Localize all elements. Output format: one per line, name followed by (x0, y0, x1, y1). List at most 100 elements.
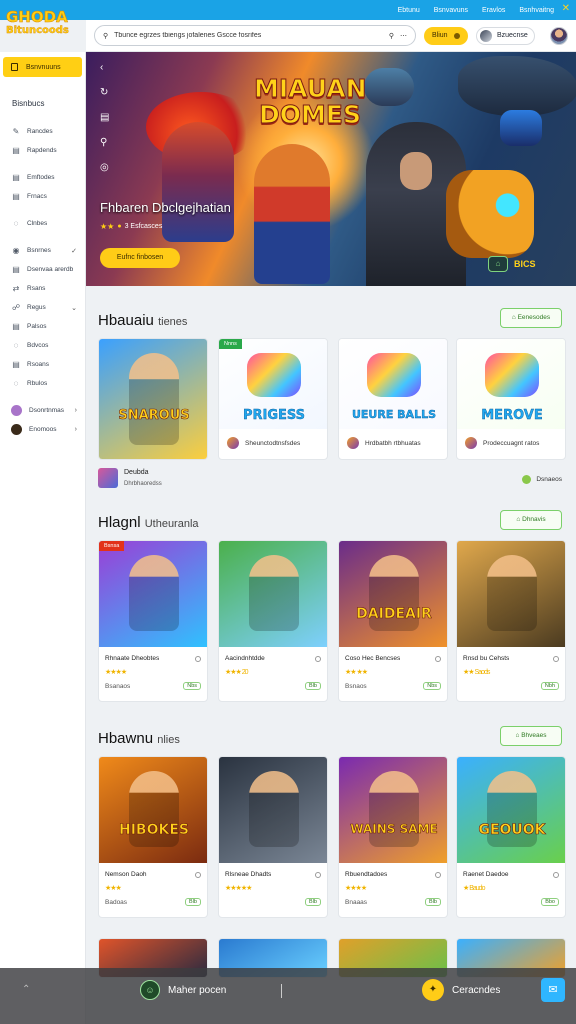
search-input[interactable]: Tbunce egrzes tbiengs jofalenes Gscce fo… (114, 32, 383, 39)
game-card-name: Hrdbatbh rtbhuatas (365, 439, 421, 447)
info-icon[interactable] (553, 871, 559, 878)
sidebar-item[interactable]: ▤ Emftodes (0, 168, 85, 187)
game-card-art: WAINS SAME (339, 757, 447, 863)
info-icon[interactable] (435, 871, 441, 878)
hero-character-left (162, 122, 234, 242)
sidebar-item[interactable]: ▤ Dsenvaa arerdb (0, 260, 85, 279)
game-card-name: Rlsneae Dhadts (225, 871, 272, 878)
game-card[interactable]: Aacindnhtdde ★★★ 20 Blb (218, 540, 328, 702)
game-card-pill[interactable]: Blb (305, 682, 321, 690)
game-card[interactable]: MEROVE Prodeccuagnt ratos (456, 338, 566, 460)
top-link-3[interactable]: Eravlos (482, 7, 505, 14)
game-card[interactable]: Rnsd bu Cehsts ★★ Saods Nbh (456, 540, 566, 702)
sidebar-item[interactable]: ☍ Regus ⌄ (0, 298, 85, 317)
game-card[interactable]: Rlsneae Dhadts ★★★★★ Blb (218, 756, 328, 918)
game-card-pill[interactable]: Nbs (423, 682, 441, 690)
game-art-title: GEOUOK (478, 822, 546, 838)
user-chip[interactable]: Bzuecnse (476, 26, 535, 45)
game-card[interactable]: PRIGESS Nnns Sheunctodtnsfsdes (218, 338, 328, 460)
hero-banner[interactable]: MIAUAN DOMES ‹ ↻ ▤ ⚲ ◎ Fhbaren Dbclgejhatian… (86, 52, 576, 286)
sidebar-item[interactable]: ◌ Rbulos (0, 374, 85, 393)
game-card-pill[interactable]: Nbs (183, 682, 201, 690)
sidebar-item[interactable]: ▤ Palsos (0, 317, 85, 336)
game-art-character (249, 555, 299, 631)
section-view-all-button[interactable]: ⌂ Bhveaes (500, 726, 562, 746)
search-bar[interactable]: ⚲ Tbunce egrzes tbiengs jofalenes Gscce … (94, 25, 416, 46)
more-link[interactable]: Dsnaeos (522, 475, 562, 484)
sidebar-item-icon: ▤ (12, 172, 20, 182)
sidebar-item[interactable]: ◉ Bsnrnes ✓ (0, 241, 85, 260)
game-card-pill[interactable]: Blb (185, 898, 201, 906)
top-link-1[interactable]: Ebtunu (398, 7, 420, 14)
sidebar-item[interactable]: ✎ Rancdes (0, 122, 85, 141)
sidebar-item[interactable]: ◌ Clnbes (0, 214, 85, 233)
more-link-label: Dsnaeos (536, 476, 562, 483)
hero-rail-icon[interactable]: ▤ (100, 112, 109, 123)
info-icon[interactable] (195, 655, 201, 662)
game-card[interactable]: HIBOKES Nemson Daoh ★★★ Badoas Blb (98, 756, 208, 918)
sidebar-item[interactable]: ⇄ Rsans (0, 279, 85, 298)
info-icon[interactable] (435, 655, 441, 662)
hero-controls[interactable]: ⌂ BICS (488, 256, 536, 272)
game-art-character (249, 771, 299, 847)
star-rating: ★★★ (105, 885, 122, 892)
more-icon[interactable]: ⋯ (400, 32, 407, 40)
game-card[interactable]: WAINS SAME Rbuendtadoes ★★★★ Bnaaas Blb (338, 756, 448, 918)
profile-avatar[interactable] (550, 26, 568, 45)
game-art-character (487, 555, 537, 631)
sidebar-item-label: Rancdes (27, 128, 53, 135)
game-card[interactable]: GEOUOK Raenet Daedoe ★ Baudo Bbo (456, 756, 566, 918)
info-icon[interactable] (315, 655, 321, 662)
top-link-2[interactable]: Bsnvavuns (434, 7, 468, 14)
chevron-icon: › (74, 426, 77, 433)
section-view-all-button[interactable]: ⌂ Dhnavis (500, 510, 562, 530)
sidebar-item-home[interactable]: Bsnvnuuns (3, 57, 82, 77)
sidebar-item[interactable]: ▤ Frnacs (0, 187, 85, 206)
top-link-4[interactable]: Bsnhvaitng (519, 7, 554, 14)
info-icon[interactable] (553, 655, 559, 662)
game-card-art: PRIGESS Nnns (219, 339, 327, 429)
featured-game[interactable]: Deubda Dhrbhaoredss (98, 468, 162, 488)
game-card-pill[interactable]: Blb (305, 898, 321, 906)
sidebar-item-label: Rbulos (27, 380, 48, 387)
bottom-right-button[interactable]: ✦ Ceracndes (422, 979, 500, 1001)
hero-rail-icon[interactable]: ⚲ (100, 137, 109, 148)
game-card[interactable]: Bsnsa Rhnaate Dheobtes ★★★★ Bsanaos Nbs (98, 540, 208, 702)
game-card-pill[interactable]: Blb (425, 898, 441, 906)
info-icon[interactable] (195, 871, 201, 878)
sidebar-item[interactable]: ◌ Bdvcos (0, 336, 85, 355)
game-card-name: Sheunctodtnsfsdes (245, 439, 301, 447)
game-card-stats: ★ Baudo (457, 884, 565, 892)
sidebar-item[interactable]: ▤ Rsoans (0, 355, 85, 374)
game-card-art (219, 541, 327, 647)
game-card[interactable]: DAIDEAIR Coso Hec Bencses ★★ ★★ Bsnaos Nbs (338, 540, 448, 702)
section-view-all-button[interactable]: ⌂ Eenesodes (500, 308, 562, 328)
section-title: Hlagnl Utheuranla (98, 514, 199, 531)
sidebar-item[interactable]: ▤ Rapdends (0, 141, 85, 160)
section-partial-row (98, 938, 576, 978)
hero-rail-icon[interactable]: ‹ (100, 62, 109, 73)
logo[interactable]: GHODA Bituncoods (6, 9, 82, 44)
header-action-button[interactable]: Bliun (424, 26, 468, 45)
back-icon[interactable]: ⌃ (22, 984, 30, 995)
hero-ship-small (364, 68, 414, 106)
bottom-left-button[interactable]: ☺ Maher pocen (140, 980, 226, 1000)
game-art-title: HIBOKES (119, 822, 190, 838)
search-submit-icon[interactable]: ⚲ (389, 32, 394, 40)
game-card[interactable]: SNAROUS (98, 338, 208, 460)
hero-rail-icon[interactable]: ◎ (100, 162, 109, 173)
game-art-object (367, 353, 421, 397)
hero-rail-icon[interactable]: ↻ (100, 87, 109, 98)
sidebar-item[interactable]: Dsonrtnmas › (0, 401, 85, 420)
game-card-pill[interactable]: Bbo (541, 898, 559, 906)
chat-icon[interactable]: ✉ (541, 978, 565, 1002)
game-card-pill[interactable]: Nbh (540, 682, 559, 690)
sidebar-item[interactable]: Enomoos › (0, 420, 85, 439)
game-card[interactable]: UEURE BALLS Hrdbatbh rtbhuatas (338, 338, 448, 460)
close-icon[interactable]: ✕ (562, 3, 570, 14)
game-card-footer: Bnaaas Blb (339, 898, 447, 906)
hero-play-button[interactable]: Eufnc finbosen (100, 248, 180, 268)
info-icon[interactable] (315, 871, 321, 878)
